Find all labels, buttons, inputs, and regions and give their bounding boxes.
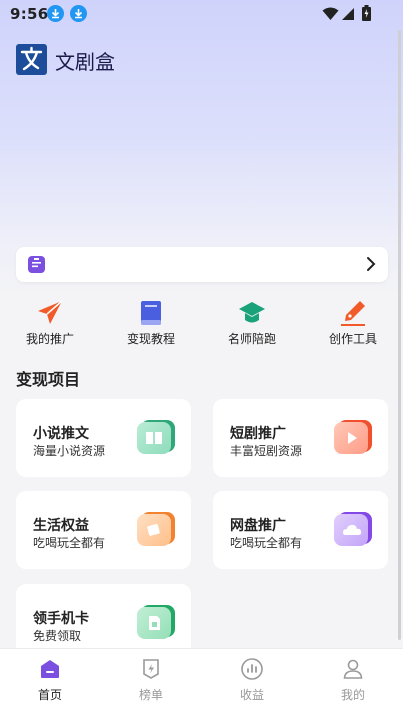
gift-icon xyxy=(137,512,175,546)
quick-action-my-promotion[interactable]: 我的推广 xyxy=(0,298,100,347)
app-title: 文剧盒 xyxy=(55,50,115,74)
project-card-novel[interactable]: 小说推文 海量小说资源 xyxy=(16,399,191,477)
app-logo xyxy=(16,44,47,75)
card-title: 短剧推广 xyxy=(230,426,286,442)
ranking-icon xyxy=(139,657,163,681)
quick-action-label: 变现教程 xyxy=(126,332,175,346)
profile-icon xyxy=(341,657,365,681)
nav-home[interactable]: 首页 xyxy=(0,649,100,716)
card-subtitle: 丰富短剧资源 xyxy=(230,444,303,458)
nav-label: 首页 xyxy=(37,688,62,702)
status-bar: 9:56 xyxy=(0,0,403,28)
bottom-nav: 首页 榜单 收益 我的 xyxy=(0,648,403,716)
quick-action-label: 创作工具 xyxy=(328,332,377,346)
project-card-short-drama[interactable]: 短剧推广 丰富短剧资源 xyxy=(213,399,388,477)
nav-profile[interactable]: 我的 xyxy=(303,649,403,716)
card-subtitle: 海量小说资源 xyxy=(33,444,106,458)
status-time: 9:56 xyxy=(10,5,49,23)
cloud-icon xyxy=(334,512,372,546)
book-icon xyxy=(136,298,166,328)
play-icon xyxy=(334,420,372,454)
nav-earnings[interactable]: 收益 xyxy=(202,649,302,716)
card-title: 生活权益 xyxy=(33,518,89,534)
graduation-cap-icon xyxy=(237,298,267,328)
notice-bar[interactable] xyxy=(16,247,388,282)
project-card-cloud-drive[interactable]: 网盘推广 吃喝玩全都有 xyxy=(213,491,388,569)
book-open-icon xyxy=(137,420,175,454)
sim-card-icon xyxy=(137,605,175,639)
wifi-icon xyxy=(322,6,339,25)
card-subtitle: 吃喝玩全都有 xyxy=(33,536,106,550)
section-title: 变现项目 xyxy=(16,370,81,389)
download-icon xyxy=(70,5,87,22)
quick-action-mentor[interactable]: 名师陪跑 xyxy=(202,298,302,347)
quick-action-creation-tools[interactable]: 创作工具 xyxy=(303,298,403,347)
home-icon xyxy=(38,657,62,681)
nav-label: 收益 xyxy=(239,688,264,702)
card-title: 小说推文 xyxy=(33,426,89,442)
earnings-icon xyxy=(240,657,264,681)
paper-plane-icon xyxy=(35,298,65,328)
battery-icon xyxy=(362,5,371,25)
card-subtitle: 吃喝玩全都有 xyxy=(230,536,303,550)
chevron-right-icon[interactable] xyxy=(364,254,378,278)
card-title: 领手机卡 xyxy=(33,611,89,627)
quick-action-label: 我的推广 xyxy=(25,332,74,346)
quick-action-label: 名师陪跑 xyxy=(227,332,276,346)
signal-icon xyxy=(341,6,355,25)
nav-ranking[interactable]: 榜单 xyxy=(101,649,201,716)
quick-action-tutorial[interactable]: 变现教程 xyxy=(101,298,201,347)
notice-icon xyxy=(28,256,45,273)
nav-label: 我的 xyxy=(340,688,365,702)
nav-label: 榜单 xyxy=(138,688,163,702)
card-subtitle: 免费领取 xyxy=(33,629,82,643)
pen-icon xyxy=(338,298,368,328)
download-icon xyxy=(47,5,64,22)
project-card-lifestyle[interactable]: 生活权益 吃喝玩全都有 xyxy=(16,491,191,569)
card-title: 网盘推广 xyxy=(230,518,286,534)
scrollbar[interactable] xyxy=(398,30,401,640)
